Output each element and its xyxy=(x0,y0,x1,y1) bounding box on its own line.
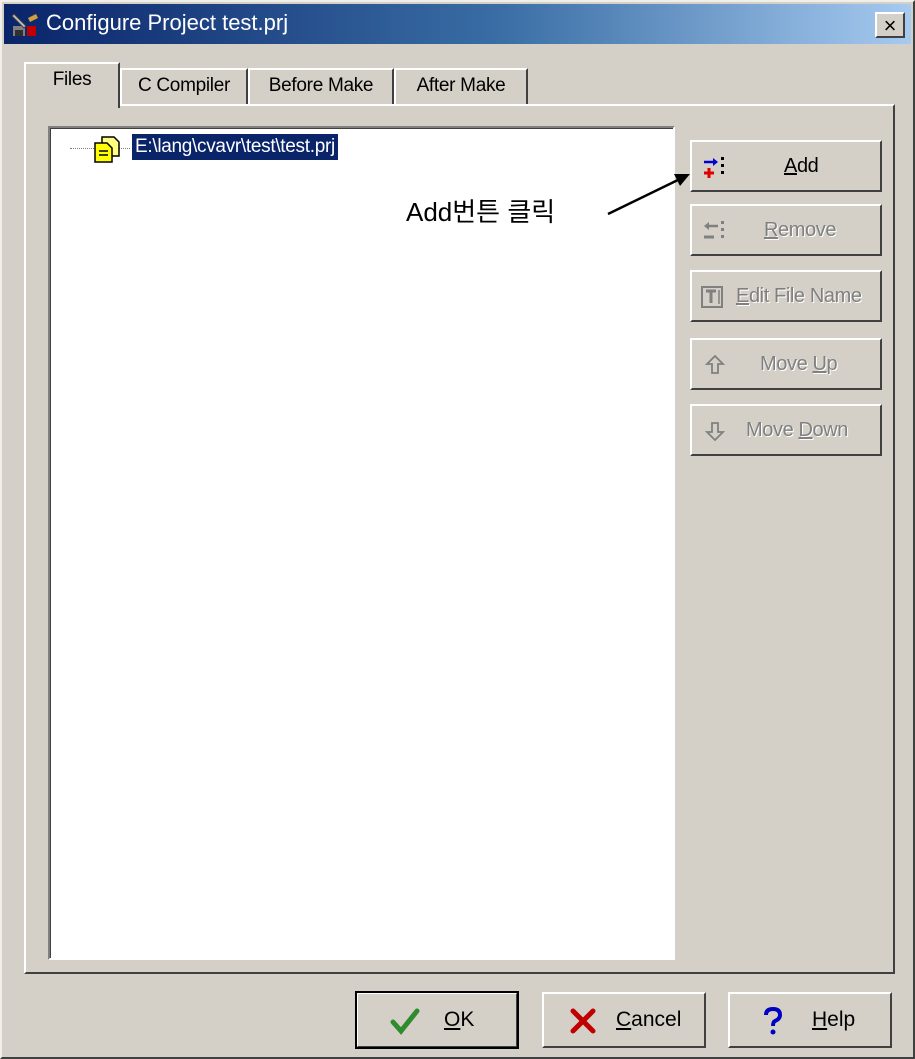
move-down-label: Move Down xyxy=(746,419,849,441)
add-button-label: Add xyxy=(784,155,819,177)
tab-after-make[interactable]: After Make xyxy=(394,68,528,104)
close-button[interactable]: × xyxy=(875,12,905,38)
tab-files[interactable]: Files xyxy=(24,62,120,108)
tab-after-make-label: After Make xyxy=(416,75,506,96)
x-icon xyxy=(570,1008,596,1034)
remove-file-icon xyxy=(704,221,724,239)
checkmark-icon xyxy=(390,1008,420,1035)
arrow-up-icon xyxy=(704,354,726,374)
tree-item-project[interactable]: E:\lang\cvavr\test\test.prj xyxy=(131,133,339,161)
move-down-button[interactable]: Move Down xyxy=(690,404,882,456)
annotation-text: Add번튼 클릭 xyxy=(406,197,556,227)
ok-button-label: OK xyxy=(444,1008,475,1031)
arrow-down-icon xyxy=(704,422,726,442)
question-icon xyxy=(764,1006,783,1035)
tab-files-label: Files xyxy=(52,69,92,90)
tab-before-make-label: Before Make xyxy=(268,75,374,96)
help-button-label: Help xyxy=(812,1008,856,1031)
project-file-icon xyxy=(94,136,120,163)
tab-c-compiler-label: C Compiler xyxy=(137,75,231,96)
move-up-button[interactable]: Move Up xyxy=(690,338,882,390)
move-up-label: Move Up xyxy=(760,353,838,375)
remove-button[interactable]: Remove xyxy=(690,204,882,256)
tab-before-make[interactable]: Before Make xyxy=(248,68,394,104)
ok-button[interactable]: OK xyxy=(355,991,519,1049)
window-title: Configure Project test.prj xyxy=(46,10,289,35)
edit-name-icon xyxy=(701,286,723,308)
title-bar[interactable]: Configure Project test.prj × xyxy=(4,4,911,44)
add-button[interactable]: Add xyxy=(690,140,882,192)
project-file-tree[interactable]: E:\lang\cvavr\test\test.prj xyxy=(48,126,675,960)
cancel-button[interactable]: Cancel xyxy=(542,992,706,1048)
edit-file-name-label: Edit File Name xyxy=(736,285,862,307)
configure-project-dialog: Configure Project test.prj × Files C Com… xyxy=(0,0,915,1059)
help-button[interactable]: Help xyxy=(728,992,892,1048)
add-file-icon xyxy=(704,157,724,178)
tab-c-compiler[interactable]: C Compiler xyxy=(120,68,248,104)
edit-file-name-button[interactable]: Edit File Name xyxy=(690,270,882,322)
app-tools-icon xyxy=(11,13,38,36)
annotation-arrow-icon xyxy=(607,174,690,216)
close-icon: × xyxy=(883,13,897,38)
cancel-button-label: Cancel xyxy=(616,1008,682,1031)
remove-button-label: Remove xyxy=(764,219,837,241)
